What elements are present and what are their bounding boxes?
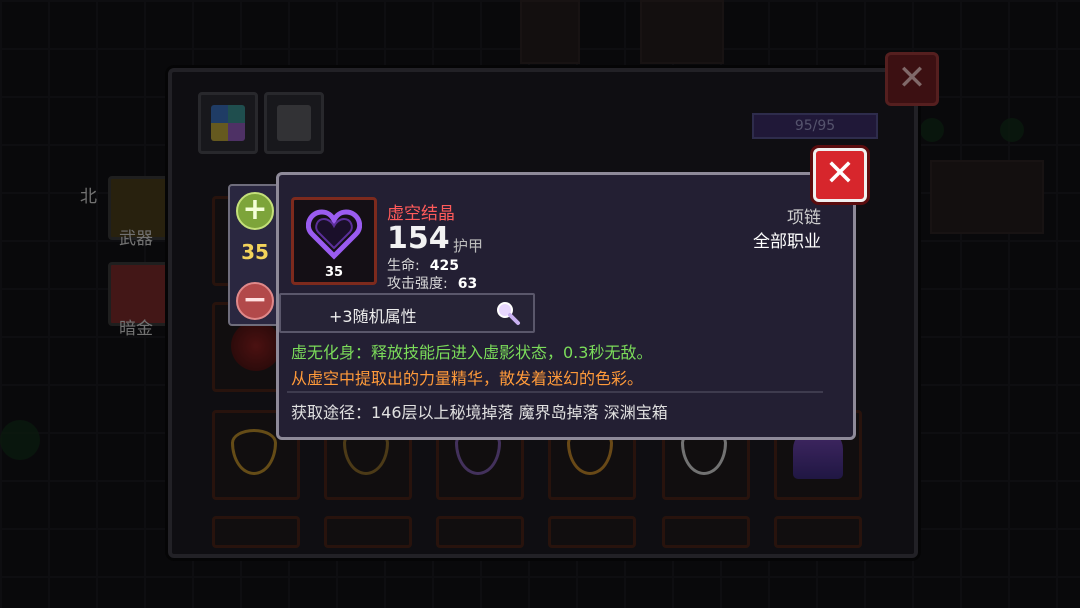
class-requirement: 全部职业	[753, 232, 821, 252]
armor-value: 154	[387, 221, 450, 256]
close-icon: ✕	[824, 153, 856, 194]
item-slot-type: 项链	[787, 208, 821, 228]
stat-label: 生命:	[387, 258, 420, 274]
divider	[287, 391, 823, 393]
tooltip-close-button[interactable]: ✕	[813, 148, 867, 202]
stat-label: 攻击强度:	[387, 276, 448, 292]
stat-value: 63	[457, 276, 478, 292]
stat-health: 生命: 425	[387, 255, 459, 275]
item-source: 获取途径：146层以上秘境掉落 魔界岛掉落 深渊宝箱	[291, 403, 668, 422]
stat-attack-power: 攻击强度: 63	[387, 273, 477, 293]
set-effect-text: 虚无化身：释放技能后进入虚影状态，0.3秒无敌。	[291, 343, 653, 362]
armor-label: 护甲	[453, 237, 484, 255]
decrease-button[interactable]: −	[236, 282, 274, 320]
random-attributes-box[interactable]: +3随机属性	[279, 293, 535, 333]
item-tooltip: 35 虚空结晶 154 护甲 生命: 425 攻击强度: 63 项链 全部职业 +3…	[276, 172, 856, 440]
void-heart-icon	[306, 209, 362, 260]
increase-button[interactable]: +	[236, 192, 274, 230]
quantity-stepper: + 35 −	[228, 184, 282, 326]
random-attributes-label: +3随机属性	[329, 307, 417, 326]
item-icon-frame: 35	[291, 197, 377, 285]
magnifier-icon[interactable]	[495, 300, 521, 326]
item-level: 35	[324, 265, 344, 280]
quantity-value: 35	[241, 240, 269, 264]
flavor-text: 从虚空中提取出的力量精华，散发着迷幻的色彩。	[291, 369, 644, 388]
stat-value: 425	[429, 258, 459, 274]
